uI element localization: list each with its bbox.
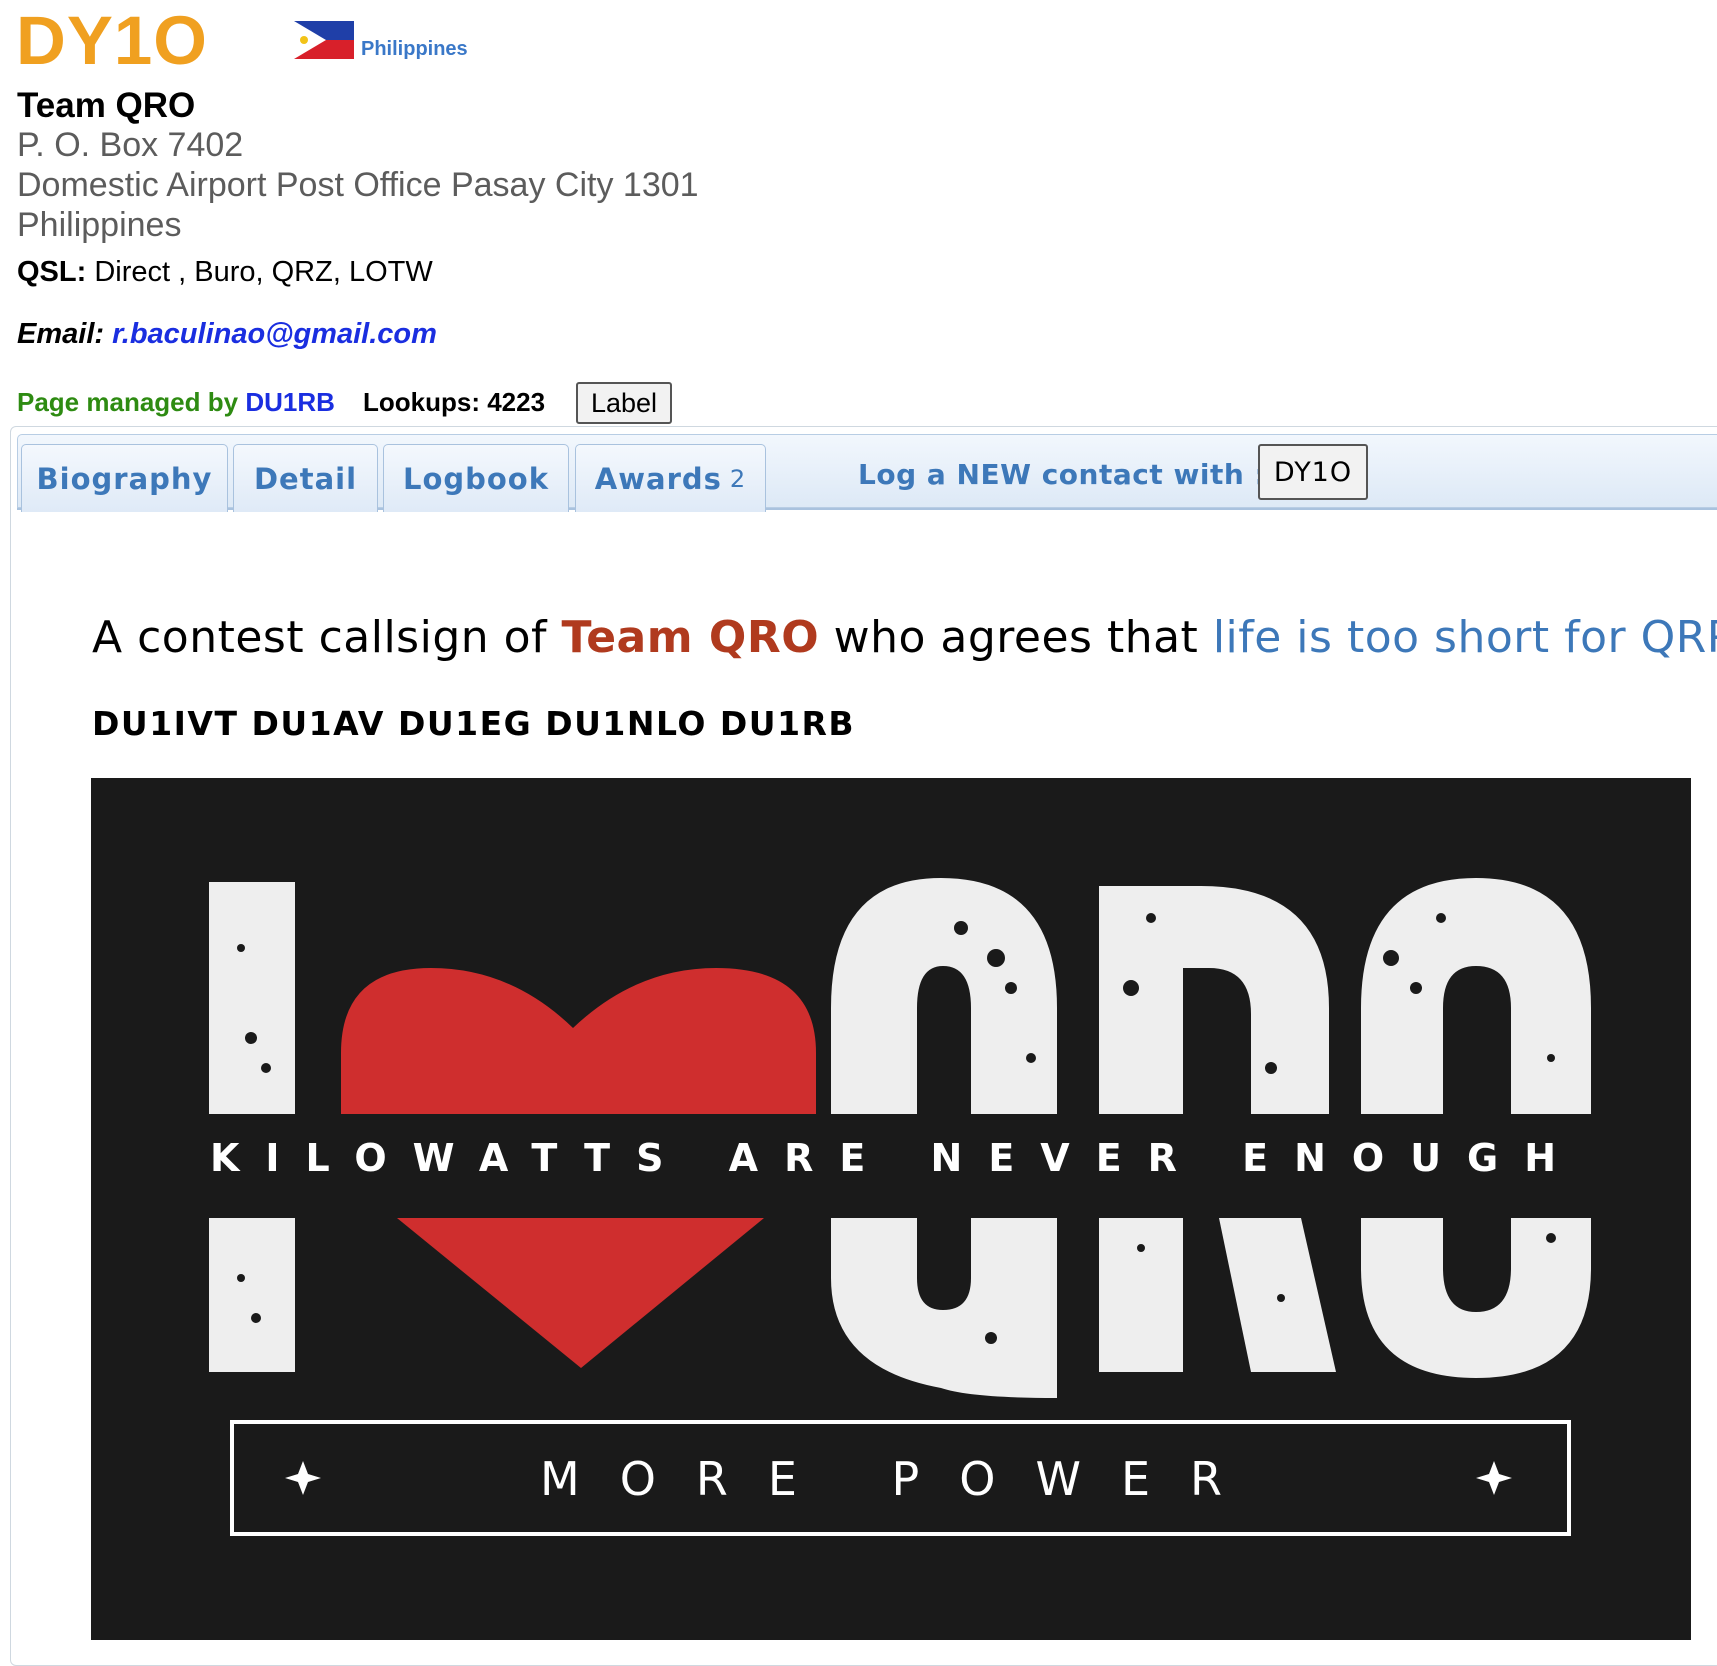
address-line-1: P. O. Box 7402 [17,126,244,164]
tab-awards-label: Awards [594,461,722,496]
tab-detail[interactable]: Detail [233,444,378,512]
bio-intro: A contest callsign of Team QRO who agree… [92,612,1717,663]
intro-team-name: Team QRO [561,612,820,663]
banner-tagline: KILOWATTS ARE NEVER ENOUGH [210,1136,1582,1180]
i-love-qro-banner-image: KILOWATTS ARE NEVER ENOUGH MORE POWER [91,778,1691,1640]
intro-motto: life is too short for QRP. [1212,612,1717,663]
address-line-3: Philippines [17,206,182,244]
tab-biography-label: Biography [36,461,213,496]
email-link[interactable]: r.baculinao@gmail.com [112,318,437,350]
page-managed-by: Page managed by DU1RB [17,387,335,418]
intro-middle: who agrees that [833,612,1199,663]
philippines-flag-icon [294,21,354,59]
qsl-value: Direct , Buro, QRZ, LOTW [94,256,433,288]
tab-logbook-label: Logbook [402,461,550,496]
callsign-title: DY1O [16,2,208,79]
tab-detail-label: Detail [253,461,358,496]
country-link[interactable]: Philippines [361,38,468,61]
qsl-info: QSL: Direct , Buro, QRZ, LOTW [17,256,433,289]
awards-count-badge: 2 [729,464,747,493]
manager-callsign-link[interactable]: DU1RB [245,387,335,417]
email-info: Email: r.baculinao@gmail.com [17,318,437,351]
address-line-2: Domestic Airport Post Office Pasay City … [17,166,699,204]
email-label: Email: [17,318,105,350]
tab-awards[interactable]: Awards 2 [575,444,766,512]
log-contact-button[interactable]: DY1O [1258,444,1368,500]
tab-biography[interactable]: Biography [21,444,228,512]
managed-prefix: Page managed by [17,387,239,417]
banner-slogan: MORE POWER [540,1452,1262,1506]
intro-prefix: A contest callsign of [92,612,548,663]
member-callsigns: DU1IVT DU1AV DU1EG DU1NLO DU1RB [92,704,856,743]
owner-name: Team QRO [17,86,196,125]
lookups-count: Lookups: 4223 [363,387,546,417]
log-contact-label: Log a NEW contact with : [858,458,1267,491]
qsl-label: QSL: [17,256,87,288]
label-button[interactable]: Label [576,382,672,424]
tab-logbook[interactable]: Logbook [383,444,569,512]
